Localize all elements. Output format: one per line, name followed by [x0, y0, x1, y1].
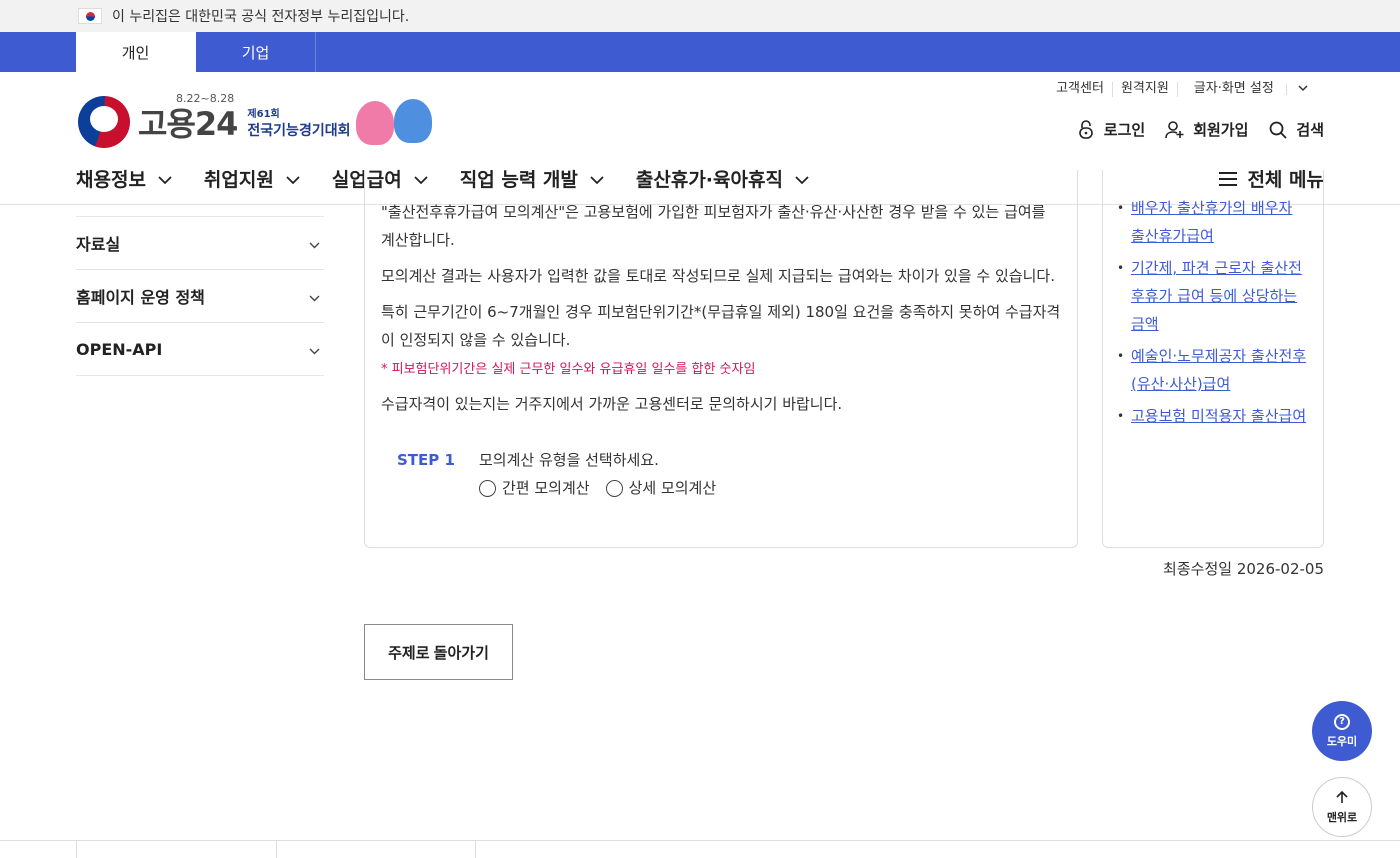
chevron-down-icon: [1285, 84, 1316, 95]
sidebar-item-site-policy[interactable]: 홈페이지 운영 정책: [76, 270, 324, 323]
top-label: 맨위로: [1326, 810, 1358, 824]
lock-icon: [1076, 119, 1096, 140]
login-label: 로그인: [1103, 121, 1146, 139]
related-item: 고용보험 미적용자 출산급여: [1117, 402, 1309, 430]
customer-center-link[interactable]: 고객센터: [1048, 82, 1112, 97]
chevron-down-icon: [309, 340, 320, 359]
radio-simple-calc[interactable]: 간편 모의계산: [479, 474, 590, 502]
back-to-topic-button[interactable]: 주제로 돌아가기: [364, 624, 513, 680]
chevron-down-icon: [309, 234, 320, 253]
sidebar-item-label: 자료실: [76, 235, 121, 254]
chevron-down-icon: [309, 287, 320, 306]
footer-divider: [76, 841, 77, 858]
logo-event-small: 제61회: [247, 108, 280, 120]
left-sidebar-menu: 자료실 홈페이지 운영 정책 OPEN-API: [76, 216, 324, 376]
gnb-label: 채용정보: [76, 169, 146, 191]
related-link-temp-worker[interactable]: 기간제, 파견 근로자 출산전후휴가 급여 등에 상당하는 금액: [1131, 259, 1302, 333]
step-body: 모의계산 유형을 선택하세요. 간편 모의계산 상세 모의계산: [479, 446, 732, 502]
last-modified-date: 최종수정일 2026-02-05: [1163, 560, 1324, 578]
user-type-bar: 개인 기업: [0, 32, 1400, 72]
related-links-list: 배우자 출산휴가의 배우자 출산휴가급여 기간제, 파견 근로자 출산전후휴가 …: [1117, 194, 1309, 430]
scroll-top-button[interactable]: 맨위로: [1312, 777, 1372, 837]
site-logo[interactable]: 고용24 8.22~8.28 제61회 전국기능경기대회: [78, 92, 436, 148]
insured-period-note: * 피보험단위기간은 실제 근무한 일수와 유급휴일 일수를 합한 숫자임: [381, 362, 756, 377]
signup-label: 회원가입: [1193, 121, 1249, 139]
logo-text: 고용24: [138, 105, 238, 143]
radio-detail-label: 상세 모의계산: [628, 479, 717, 497]
login-button[interactable]: 로그인: [1076, 119, 1145, 140]
gov-emblem-icon: [78, 96, 130, 148]
related-item: 예술인·노무제공자 출산전후(유산·사산)급여: [1117, 342, 1309, 398]
related-item: 기간제, 파견 근로자 출산전후휴가 급여 등에 상당하는 금액: [1117, 254, 1309, 338]
radio-detail-calc[interactable]: 상세 모의계산: [605, 474, 717, 502]
member-links: 로그인 회원가입 검색: [1056, 119, 1324, 140]
korea-flag-icon: [78, 8, 102, 24]
tab-business[interactable]: 기업: [196, 32, 316, 72]
gnb-label: 취업지원: [203, 169, 274, 191]
radio-circle[interactable]: [605, 479, 623, 497]
chevron-down-icon: [158, 168, 172, 190]
utility-links: 고객센터 원격지원 글자·화면 설정: [1048, 82, 1324, 97]
signup-button[interactable]: 회원가입: [1165, 119, 1248, 140]
step-1-section: STEP 1 모의계산 유형을 선택하세요. 간편 모의계산 상세 모의계산: [381, 446, 1061, 502]
logo-date: 8.22~8.28: [176, 92, 235, 105]
help-button[interactable]: ? 도우미: [1312, 701, 1372, 761]
tab-personal[interactable]: 개인: [76, 32, 196, 72]
arrow-up-icon: [1335, 790, 1349, 807]
radio-circle[interactable]: [479, 479, 496, 497]
sidebar-item-open-api[interactable]: OPEN-API: [76, 323, 324, 376]
footer-strip: [0, 840, 1400, 858]
related-item: 배우자 출산휴가의 배우자 출산휴가급여: [1117, 194, 1309, 250]
mascot-image: [356, 99, 436, 145]
intro-paragraph-2: 모의계산 결과는 사용자가 입력한 값을 토대로 작성되므로 실제 지급되는 급…: [381, 267, 1055, 285]
related-link-artist-benefit[interactable]: 예술인·노무제공자 출산전후(유산·사산)급여: [1131, 347, 1306, 393]
search-button[interactable]: 검색: [1268, 119, 1324, 140]
question-icon: ?: [1334, 713, 1350, 730]
intro-paragraph-4: 수급자격이 있는지는 거주지에서 가까운 고용센터로 문의하시기 바랍니다.: [381, 395, 843, 413]
calc-type-radio-group: 간편 모의계산 상세 모의계산: [479, 474, 732, 502]
sidebar-item-label: OPEN-API: [76, 339, 163, 359]
mascot-blue: [394, 99, 433, 143]
gnb-employment-support[interactable]: 취업지원: [204, 165, 300, 192]
display-settings-label: 글자·화면 설정: [1193, 81, 1274, 96]
related-link-uninsured-benefit[interactable]: 고용보험 미적용자 출산급여: [1131, 407, 1306, 425]
intro-paragraph-1: "출산전후휴가급여 모의계산"은 고용보험에 가입한 피보험자가 출산·유산·사…: [381, 203, 1046, 249]
gov-banner: 이 누리집은 대한민국 공식 전자정부 누리집입니다.: [0, 0, 1400, 32]
radio-simple-label: 간편 모의계산: [502, 479, 590, 497]
footer-divider: [276, 841, 277, 858]
step-instruction: 모의계산 유형을 선택하세요.: [479, 451, 659, 469]
display-settings-link[interactable]: 글자·화면 설정: [1176, 81, 1324, 97]
logo-event-title: 전국기능경기대회: [247, 122, 351, 139]
sidebar-item-archive[interactable]: 자료실: [76, 217, 324, 270]
chevron-down-icon: [286, 168, 300, 190]
remote-support-link[interactable]: 원격지원: [1111, 82, 1177, 97]
sidebar-item-label: 홈페이지 운영 정책: [76, 288, 205, 307]
help-label: 도우미: [1326, 734, 1358, 748]
logo-event: 제61회 전국기능경기대회: [247, 105, 350, 140]
footer-divider: [475, 841, 476, 858]
intro-paragraph-3: 특히 근무기간이 6~7개월인 경우 피보험단위기간*(무급휴일 제외) 180…: [381, 303, 1061, 349]
gov-banner-text: 이 누리집은 대한민국 공식 전자정부 누리집입니다.: [112, 9, 410, 25]
mascot-pink: [356, 101, 395, 145]
search-label: 검색: [1296, 121, 1324, 139]
related-links-box: 배우자 출산휴가의 배우자 출산휴가급여 기간제, 파견 근로자 출산전후휴가 …: [1102, 170, 1324, 548]
calculator-intro-card: "출산전후휴가급여 모의계산"은 고용보험에 가입한 피보험자가 출산·유산·사…: [364, 170, 1078, 548]
search-icon: [1268, 120, 1288, 140]
gnb-job-info[interactable]: 채용정보: [76, 165, 172, 192]
step-label: STEP 1: [397, 451, 455, 469]
related-link-spouse-leave[interactable]: 배우자 출산휴가의 배우자 출산휴가급여: [1131, 199, 1292, 245]
add-user-icon: [1165, 120, 1185, 140]
